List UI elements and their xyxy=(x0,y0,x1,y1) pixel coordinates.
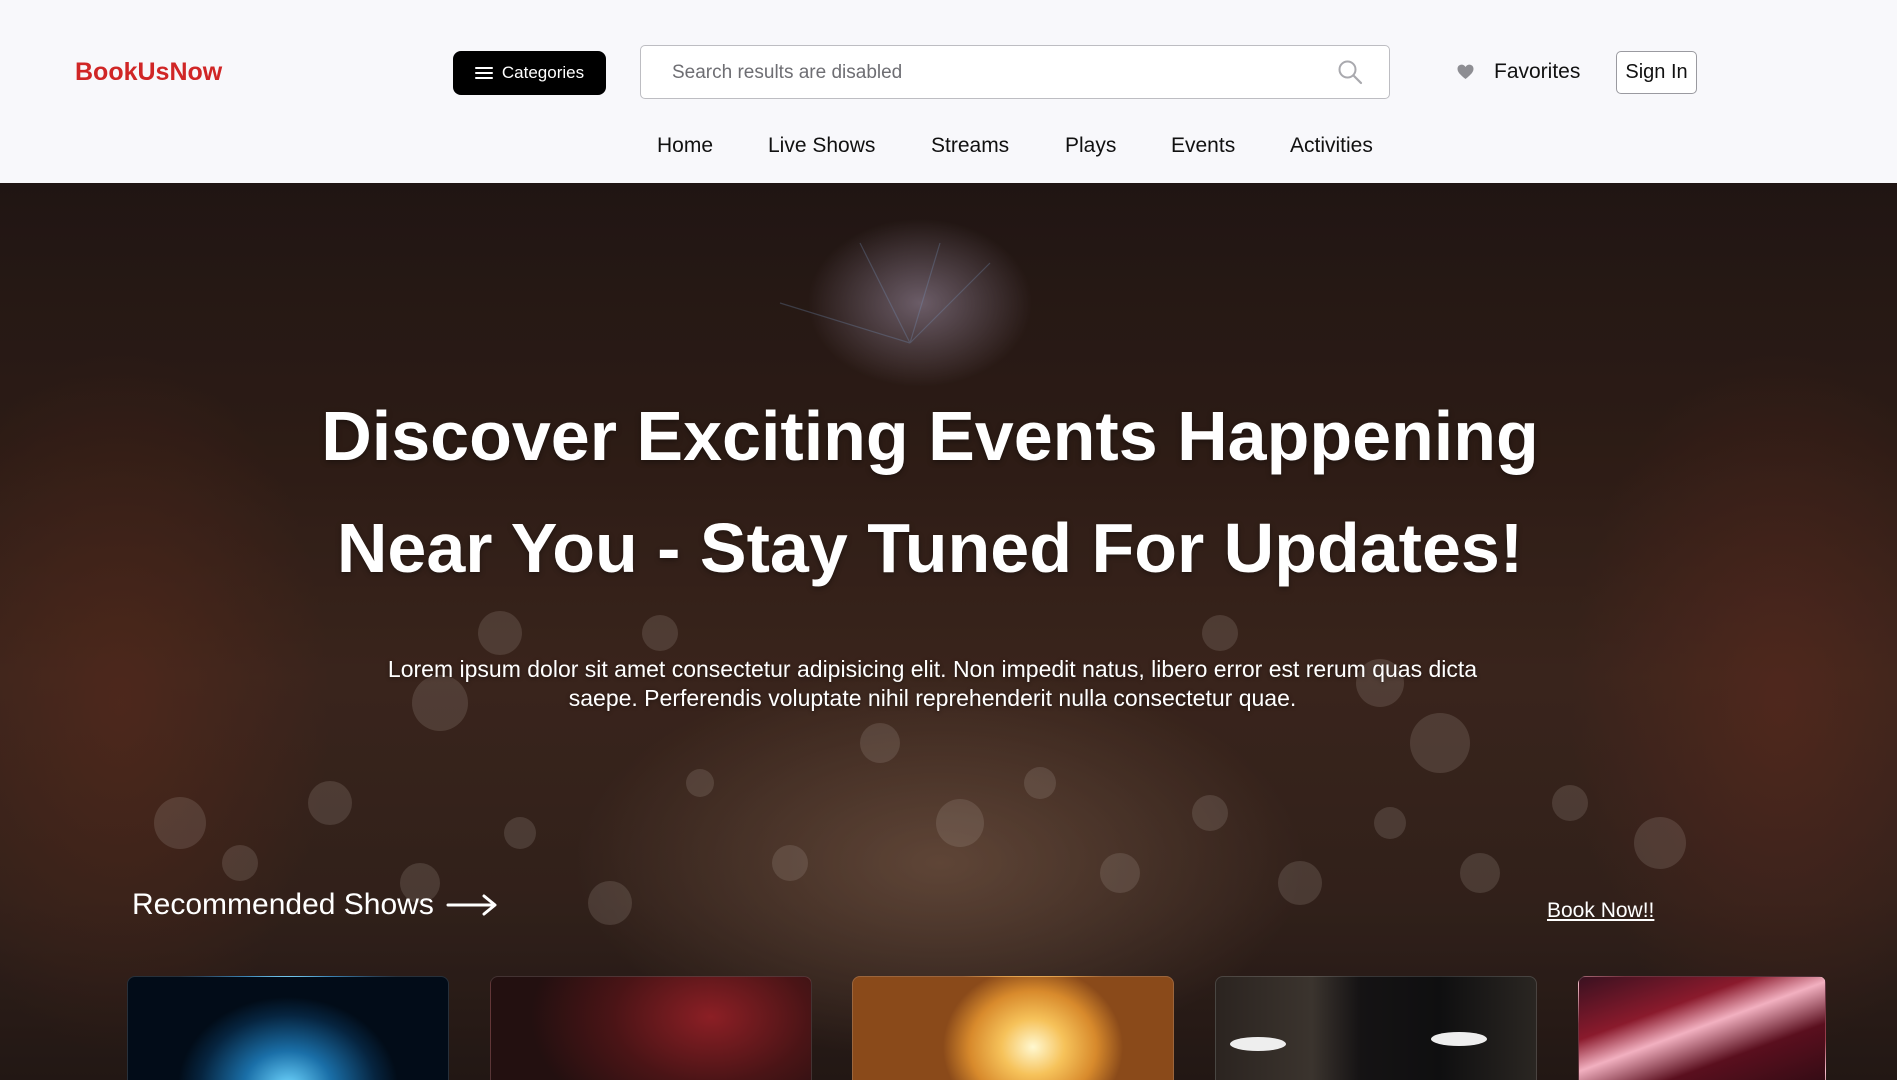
hero-title-line-1: Discover Exciting Events Happening xyxy=(321,397,1539,475)
search-bar xyxy=(640,45,1390,99)
show-card[interactable] xyxy=(1578,976,1826,1080)
show-card[interactable] xyxy=(852,976,1174,1080)
recommended-shows-label: Recommended Shows xyxy=(132,888,434,921)
favorites-label: Favorites xyxy=(1494,60,1581,83)
site-header: BookUsNow Categories Favorites Sign In H… xyxy=(0,0,1897,183)
show-card[interactable] xyxy=(1215,976,1537,1080)
search-icon[interactable] xyxy=(1337,59,1363,85)
card-image-detail xyxy=(1230,1037,1286,1051)
categories-label: Categories xyxy=(501,63,585,82)
show-card[interactable] xyxy=(490,976,812,1080)
search-input[interactable] xyxy=(670,46,1314,99)
nav-plays[interactable]: Plays xyxy=(1065,134,1116,158)
hero-title-line-2: Near You - Stay Tuned For Updates! xyxy=(336,509,1524,587)
recommended-shows-link[interactable]: Recommended Shows xyxy=(132,888,498,922)
show-card[interactable] xyxy=(127,976,449,1080)
categories-button[interactable]: Categories xyxy=(453,51,606,95)
logo[interactable]: BookUsNow xyxy=(75,58,222,87)
hero-banner: Discover Exciting Events Happening Near … xyxy=(0,183,1897,1080)
nav-home[interactable]: Home xyxy=(657,134,713,158)
nav-streams[interactable]: Streams xyxy=(931,134,1009,158)
arrow-right-icon xyxy=(446,894,497,916)
main-nav: Home Live Shows Streams Plays Events Act… xyxy=(0,134,1897,158)
card-image-detail xyxy=(1431,1032,1487,1046)
hamburger-icon xyxy=(474,66,493,80)
nav-live-shows[interactable]: Live Shows xyxy=(768,134,875,158)
hero-overlay xyxy=(0,183,1897,1080)
sign-in-button[interactable]: Sign In xyxy=(1616,51,1697,94)
favorites-button[interactable]: Favorites xyxy=(1457,60,1580,84)
book-now-link[interactable]: Book Now!! xyxy=(1547,899,1654,923)
nav-events[interactable]: Events xyxy=(1171,134,1235,158)
hero-title: Discover Exciting Events Happening Near … xyxy=(250,380,1610,604)
hero-subtitle: Lorem ipsum dolor sit amet consectetur a… xyxy=(387,656,1478,711)
nav-activities[interactable]: Activities xyxy=(1290,134,1373,158)
heart-icon xyxy=(1457,64,1474,79)
